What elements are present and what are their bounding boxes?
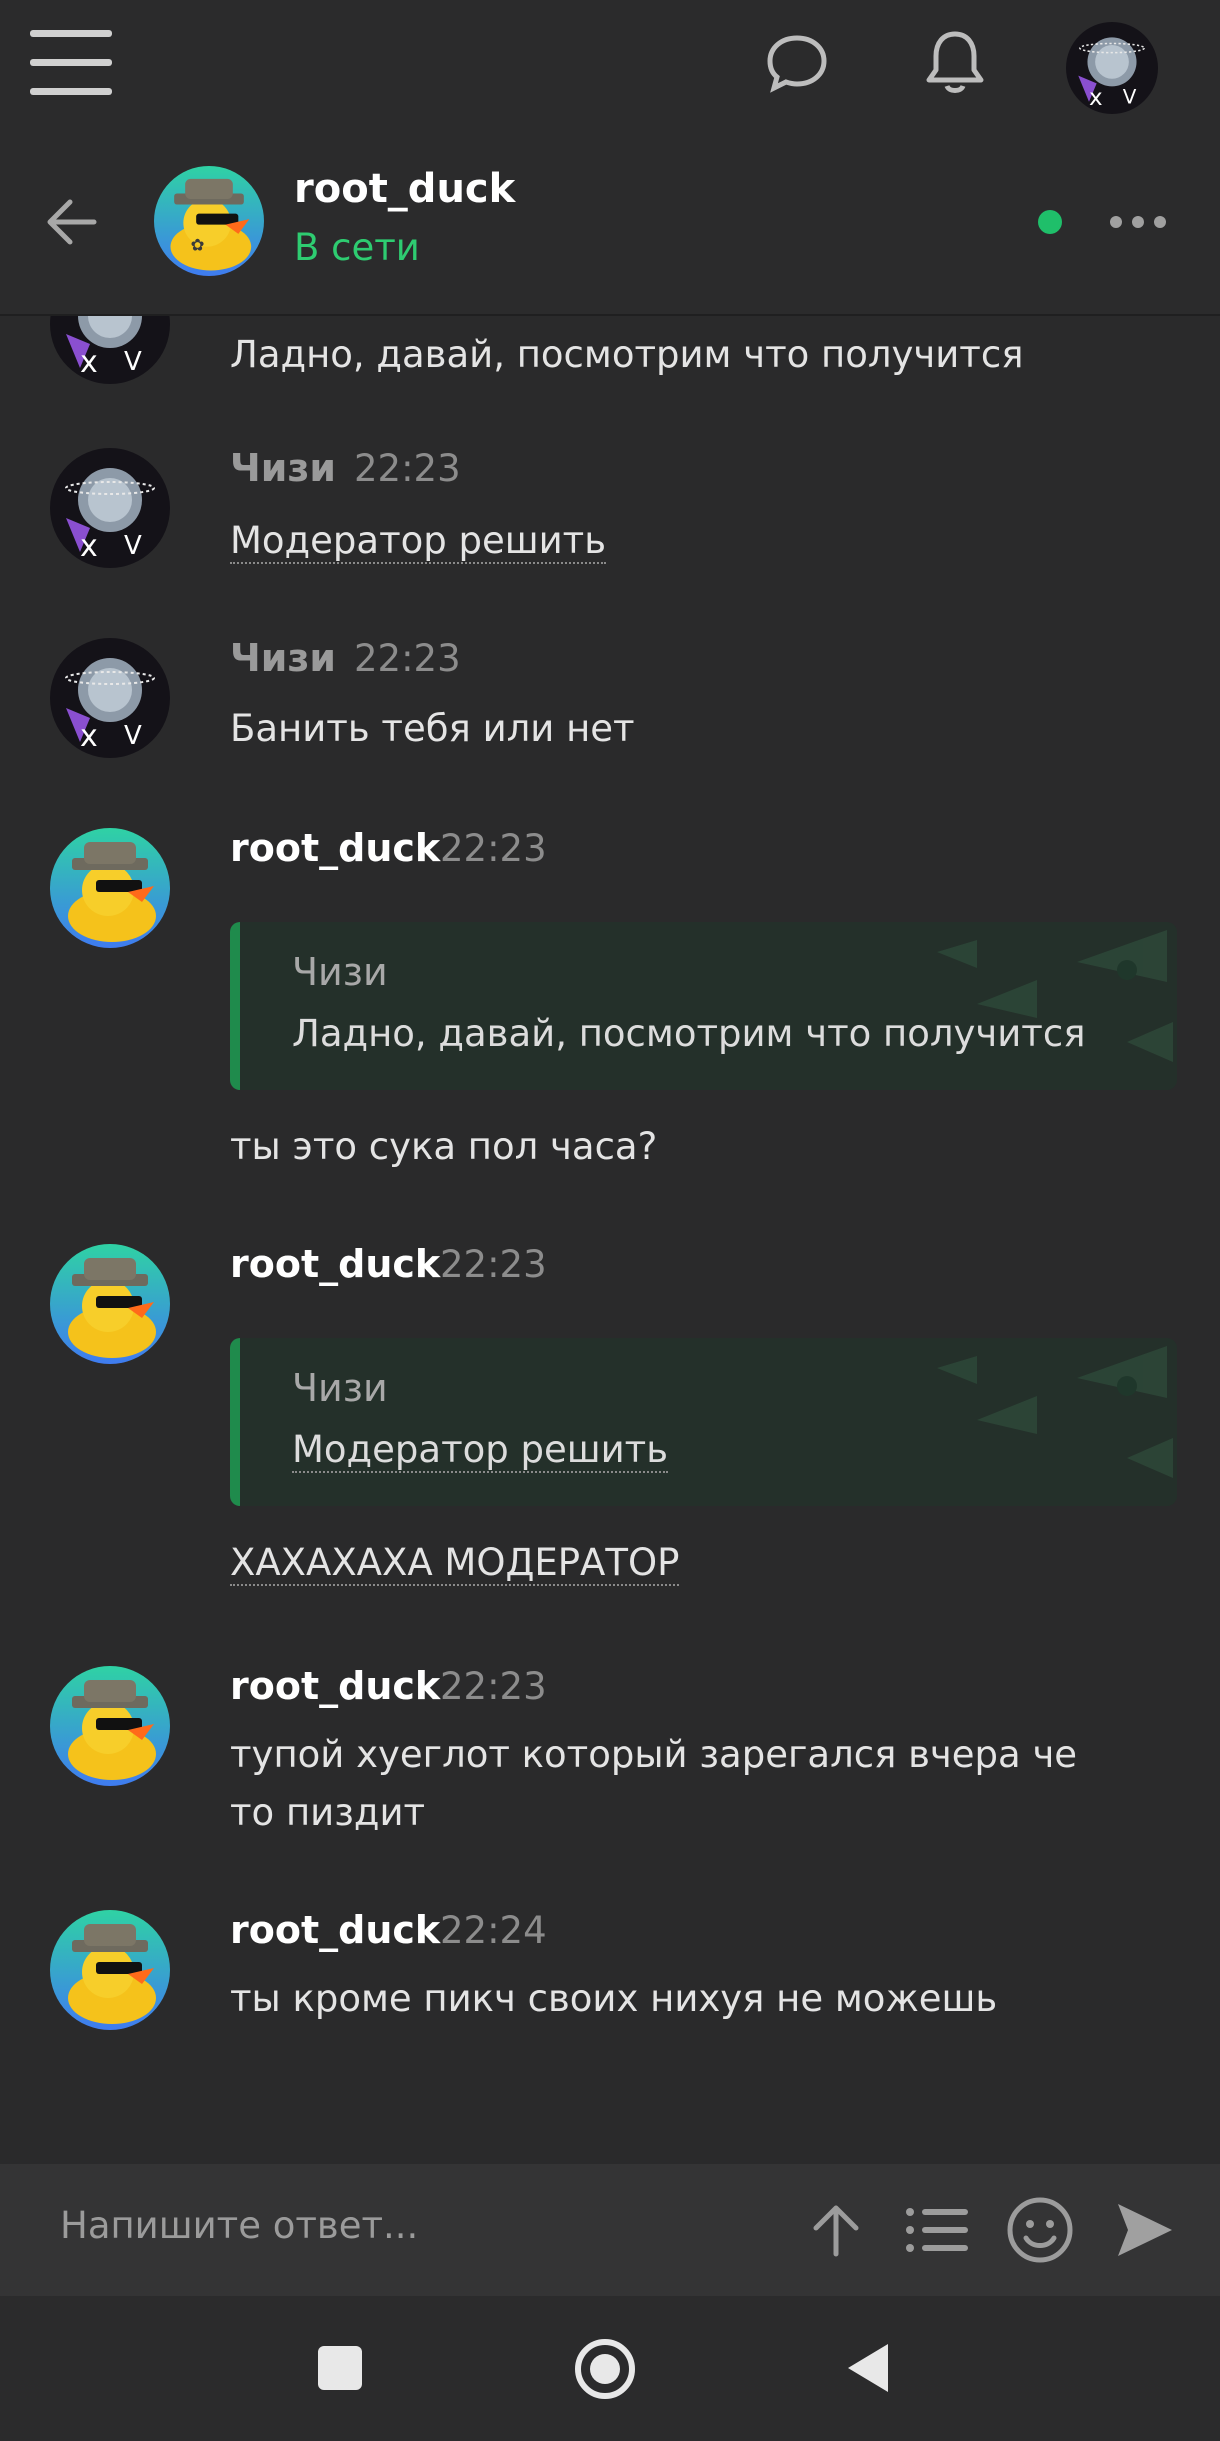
more-options-icon[interactable] (1108, 214, 1168, 230)
chat-title: root_duck (294, 166, 516, 212)
chat-bubble-icon[interactable] (766, 32, 828, 94)
list-icon[interactable] (904, 2204, 970, 2256)
message-author[interactable]: Чизи (230, 636, 336, 680)
recent-apps-button[interactable] (318, 2346, 362, 2390)
hamburger-menu-icon[interactable] (28, 26, 114, 100)
quote-background-pattern (937, 930, 1173, 1062)
quote-author: Чизи (292, 1366, 388, 1410)
svg-text:V: V (124, 347, 142, 377)
message-author[interactable]: root_duck (230, 1664, 440, 1708)
svg-text:V: V (1123, 85, 1137, 108)
message-text: тупой хуеглот который зарегался вчера че… (230, 1733, 1078, 1834)
message-author[interactable]: root_duck (230, 1242, 440, 1286)
bell-icon[interactable] (924, 28, 986, 98)
message-text: Модератор решить (230, 512, 1220, 570)
message-time: 22:23 (440, 1665, 547, 1708)
quote-text: Модератор решить (292, 1428, 669, 1473)
chat-contact-avatar[interactable]: ✿ (154, 166, 264, 276)
message-author[interactable]: root_duck (230, 826, 440, 870)
message-time: 22:23 (440, 827, 547, 870)
message-list[interactable]: x V Ладно, давай, посмотрим что получитс… (0, 316, 1220, 2164)
quote-author: Чизи (292, 950, 388, 994)
message-author-avatar[interactable] (50, 1244, 170, 1364)
message-author[interactable]: Чизи (230, 446, 336, 490)
message-text: Банить тебя или нет (230, 700, 1220, 758)
message-time: 22:23 (354, 637, 461, 680)
chat-header: ✿ root_duck В сети (0, 140, 1220, 316)
message-text-span: Банить тебя или нет (230, 707, 635, 750)
user-avatar[interactable]: x V (1066, 22, 1158, 114)
message-text-span: ХАХАХАХА МОДЕРАТОР (230, 1541, 680, 1586)
quote-text-span: Модератор решить (292, 1428, 669, 1473)
svg-text:x: x (1089, 85, 1103, 111)
emoji-icon[interactable] (1006, 2196, 1074, 2264)
svg-text:x: x (80, 719, 98, 754)
reply-quote[interactable]: Чизи Модератор решить (230, 1338, 1177, 1506)
svg-text:✿: ✿ (191, 235, 205, 254)
message-author-avatar[interactable]: x V (50, 316, 170, 384)
message-text: ХАХАХАХА МОДЕРАТОР (230, 1534, 1220, 1592)
home-button[interactable] (574, 2338, 636, 2400)
reply-quote[interactable]: Чизи Ладно, давай, посмотрим что получит… (230, 922, 1177, 1090)
upload-arrow-icon[interactable] (808, 2200, 864, 2260)
chat-status: В сети (294, 226, 420, 269)
message-time: 22:24 (440, 1909, 547, 1952)
message-author-avatar[interactable]: x V (50, 448, 170, 568)
message-author-avatar[interactable] (50, 828, 170, 948)
send-icon[interactable] (1114, 2200, 1176, 2260)
message-text-span: Модератор решить (230, 519, 607, 564)
message-text: ты это сука пол часа? (230, 1125, 658, 1168)
message-author-avatar[interactable] (50, 1666, 170, 1786)
svg-text:V: V (124, 531, 142, 561)
back-button[interactable] (844, 2340, 892, 2396)
message-composer: Напишите ответ... (0, 2164, 1220, 2296)
back-arrow-icon[interactable] (42, 192, 102, 252)
svg-text:x: x (80, 345, 98, 380)
message-text: ты кроме пикч своих нихуя не можешь (230, 1977, 998, 2020)
svg-text:V: V (124, 721, 142, 751)
online-indicator (1038, 210, 1062, 234)
message-text: Ладно, давай, посмотрим что получится (230, 333, 1024, 376)
top-bar: x V (0, 0, 1220, 140)
reply-input[interactable]: Напишите ответ... (60, 2204, 418, 2247)
quote-text: Ладно, давай, посмотрим что получится (292, 1012, 1086, 1055)
message-author-avatar[interactable]: x V (50, 638, 170, 758)
svg-text:x: x (80, 529, 98, 564)
system-navigation-bar (0, 2296, 1220, 2441)
message-author-avatar[interactable] (50, 1910, 170, 2030)
message-time: 22:23 (354, 447, 461, 490)
message-author[interactable]: root_duck (230, 1908, 440, 1952)
quote-background-pattern (937, 1346, 1173, 1478)
message-time: 22:23 (440, 1243, 547, 1286)
